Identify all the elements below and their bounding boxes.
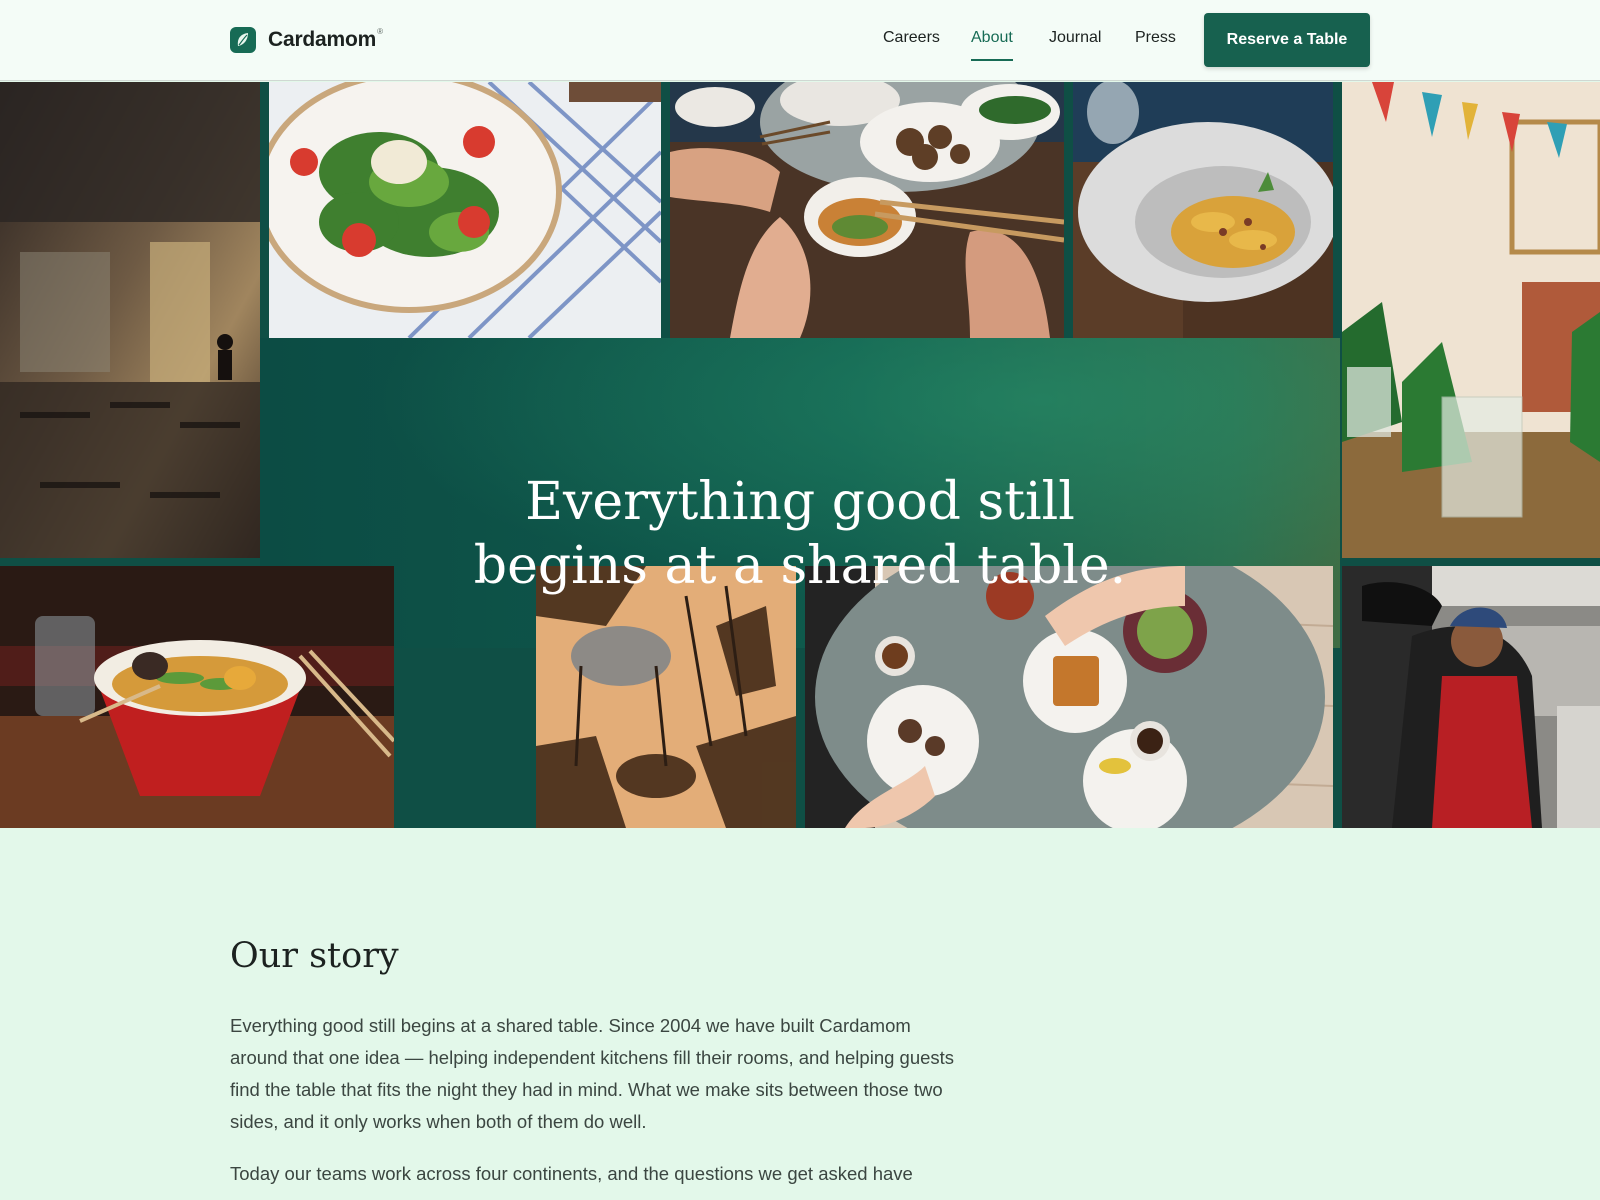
salad-plate-photo	[269, 82, 661, 338]
ramen-bowl-photo	[0, 566, 394, 828]
hero-title: Everything good still begins at a shared…	[430, 470, 1170, 598]
story-heading: Our story	[230, 936, 399, 976]
nav-press[interactable]: Press	[1135, 29, 1176, 47]
kitchen-chef-photo	[1342, 566, 1600, 828]
leaf-icon	[230, 27, 256, 53]
story-paragraph-2: Today our teams work across four contine…	[230, 1163, 913, 1184]
brand-logo[interactable]: Cardamom ®	[230, 27, 383, 53]
brand-name: Cardamom	[268, 28, 377, 51]
registered-mark: ®	[377, 26, 384, 36]
chairs-shadow-photo	[536, 566, 796, 828]
hero-collage: Everything good still begins at a shared…	[0, 82, 1600, 828]
cafe-glasses-photo	[1342, 82, 1600, 558]
nav-about[interactable]: About	[971, 29, 1013, 61]
site-header: Cardamom ® Careers About Journal Press R…	[0, 0, 1600, 81]
nav-careers[interactable]: Careers	[883, 29, 940, 47]
dining-room-photo	[0, 82, 260, 558]
story-paragraph-1: Everything good still begins at a shared…	[230, 1015, 955, 1132]
reserve-table-button[interactable]: Reserve a Table	[1204, 13, 1370, 67]
pasta-bowl-photo	[1073, 82, 1333, 338]
shared-dishes-photo	[670, 82, 1064, 338]
hero-title-line-1: Everything good still	[525, 472, 1075, 532]
brunch-table-photo	[805, 566, 1333, 828]
nav-journal[interactable]: Journal	[1049, 29, 1101, 47]
hero-title-line-2: begins at a shared table.	[473, 536, 1127, 596]
our-story-section: Our story Everything good still begins a…	[230, 936, 970, 1200]
